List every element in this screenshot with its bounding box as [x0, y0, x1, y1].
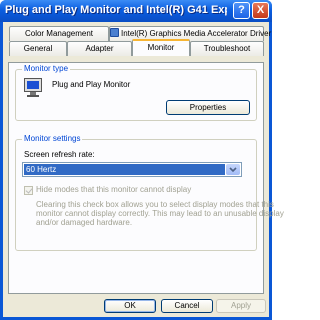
tab-adapter[interactable]: Adapter [67, 41, 132, 56]
monitor-icon [24, 78, 42, 98]
warning-text: Clearing this check box allows you to se… [36, 200, 284, 227]
tab-color-management[interactable]: Color Management [9, 26, 109, 41]
apply-button[interactable]: Apply [216, 299, 266, 313]
title-bar[interactable]: Plug and Play Monitor and Intel(R) G41 E… [0, 0, 272, 22]
monitor-settings-legend: Monitor settings [22, 134, 83, 143]
dialog-window: Plug and Play Monitor and Intel(R) G41 E… [0, 0, 284, 320]
warning-line: Clearing this check box allows you to se… [36, 200, 274, 209]
dialog-body: Color Management Intel(R) Graphics Media… [3, 22, 284, 317]
intel-driver-icon [110, 28, 119, 37]
dropdown-arrow-button[interactable] [226, 164, 240, 175]
chevron-down-icon [229, 167, 237, 173]
ok-button[interactable]: OK [104, 299, 156, 313]
monitor-name: Plug and Play Monitor [52, 80, 131, 89]
refresh-rate-label: Screen refresh rate: [24, 150, 95, 159]
warning-line: monitor cannot display correctly. This m… [36, 209, 284, 218]
tab-intel-graphics-driver-label: Intel(R) Graphics Media Accelerator Driv… [121, 29, 272, 38]
monitor-tab-panel: Monitor type Plug and Play Monitor Prope… [8, 62, 284, 294]
tab-general[interactable]: General [9, 41, 67, 56]
hide-modes-checkbox[interactable] [24, 186, 33, 195]
monitor-settings-group: Monitor settings Screen refresh rate: 60… [15, 134, 284, 251]
monitor-type-legend: Monitor type [22, 64, 71, 73]
window-title: Plug and Play Monitor and Intel(R) G41 E… [5, 4, 227, 16]
hide-modes-label: Hide modes that this monitor cannot disp… [36, 185, 192, 194]
tab-troubleshoot[interactable]: Troubleshoot [190, 41, 264, 56]
help-button[interactable]: ? [233, 2, 250, 19]
warning-line: and/or damaged hardware. [36, 218, 133, 227]
refresh-rate-select[interactable]: 60 Hertz [22, 162, 242, 177]
cancel-button[interactable]: Cancel [161, 299, 213, 313]
properties-button[interactable]: Properties [166, 100, 250, 115]
monitor-type-group: Monitor type Plug and Play Monitor Prope… [15, 64, 257, 121]
refresh-rate-value: 60 Hertz [24, 164, 225, 175]
close-button[interactable]: X [252, 2, 269, 19]
tab-monitor[interactable]: Monitor [132, 39, 190, 56]
